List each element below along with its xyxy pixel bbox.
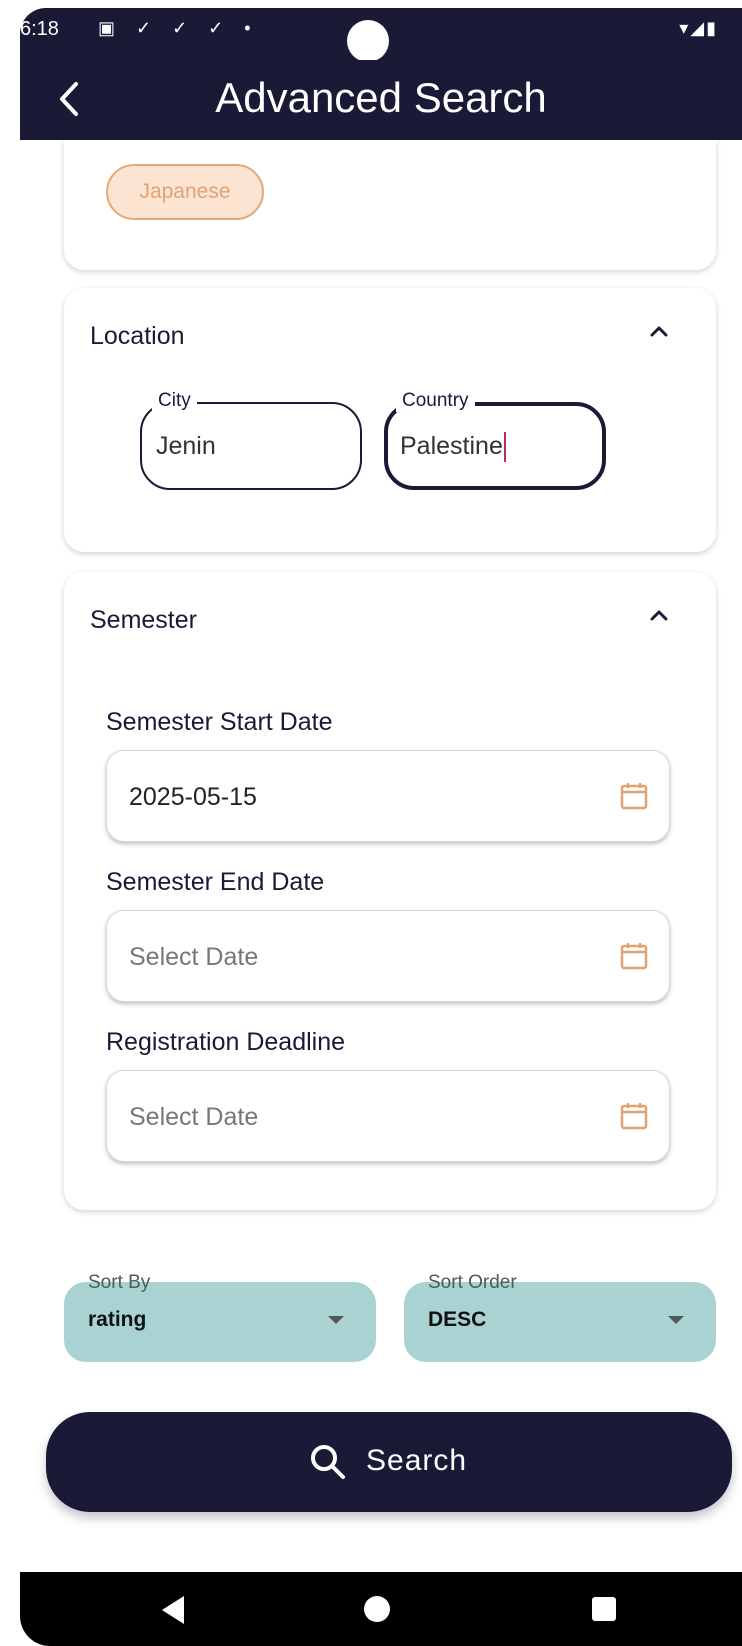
end-date-placeholder: Select Date [129, 943, 259, 971]
chevron-up-icon[interactable] [646, 318, 672, 344]
status-time: 6:18 [20, 18, 59, 40]
city-value: Jenin [156, 432, 216, 460]
page-title: Advanced Search [215, 74, 547, 121]
sort-order-dropdown[interactable]: Sort Order DESC [404, 1272, 716, 1362]
sort-by-label: Sort By [88, 1272, 151, 1293]
country-value-text: Palestine [400, 432, 503, 460]
text-cursor [503, 432, 506, 463]
sort-by-value: rating [88, 1308, 147, 1331]
system-nav-bar [20, 1572, 742, 1646]
dropdown-arrow-icon [668, 1316, 684, 1324]
sort-by-dropdown[interactable]: Sort By rating [64, 1272, 376, 1362]
search-button[interactable]: Search [46, 1412, 732, 1512]
calendar-icon[interactable] [619, 1101, 649, 1131]
semester-card: Semester Semester Start Date 2025-05-15 … [64, 572, 716, 1210]
camera-cutout [347, 20, 389, 62]
app-bar: Advanced Search [20, 60, 742, 140]
calendar-icon[interactable] [619, 941, 649, 971]
search-button-label: Search [366, 1444, 468, 1477]
location-card: Location City Jenin Country Palestine [64, 288, 716, 552]
chevron-up-icon[interactable] [646, 602, 672, 628]
semester-header[interactable]: Semester [90, 606, 197, 635]
country-value: Palestine [400, 432, 506, 463]
registration-deadline-field[interactable]: Select Date [106, 1070, 670, 1162]
nav-recents-icon[interactable] [592, 1597, 616, 1621]
language-chip-japanese[interactable]: Japanese [106, 164, 264, 220]
city-field[interactable]: City Jenin [140, 390, 362, 490]
signal-battery-icons: ▾◢▮ [679, 18, 718, 38]
start-date-label: Semester Start Date [106, 708, 333, 736]
start-date-field[interactable]: 2025-05-15 [106, 750, 670, 842]
end-date-field[interactable]: Select Date [106, 910, 670, 1002]
start-date-value: 2025-05-15 [129, 783, 257, 811]
city-label: City [152, 390, 197, 412]
registration-deadline-label: Registration Deadline [106, 1028, 346, 1056]
notification-icons: ▣ ✓ ✓ ✓ • [98, 18, 259, 38]
calendar-icon[interactable] [619, 781, 649, 811]
dropdown-arrow-icon [328, 1316, 344, 1324]
frame-edge [0, 0, 20, 1646]
end-date-label: Semester End Date [106, 868, 325, 896]
country-field[interactable]: Country Palestine [384, 390, 606, 490]
sort-order-label: Sort Order [428, 1272, 517, 1293]
search-icon [311, 1445, 345, 1479]
country-label: Country [396, 390, 475, 412]
location-header[interactable]: Location [90, 322, 185, 351]
registration-deadline-placeholder: Select Date [129, 1103, 259, 1131]
language-card: Japanese [64, 140, 716, 270]
nav-home-icon[interactable] [364, 1596, 390, 1622]
sort-order-value: DESC [428, 1308, 487, 1331]
nav-back-icon[interactable] [162, 1596, 184, 1624]
